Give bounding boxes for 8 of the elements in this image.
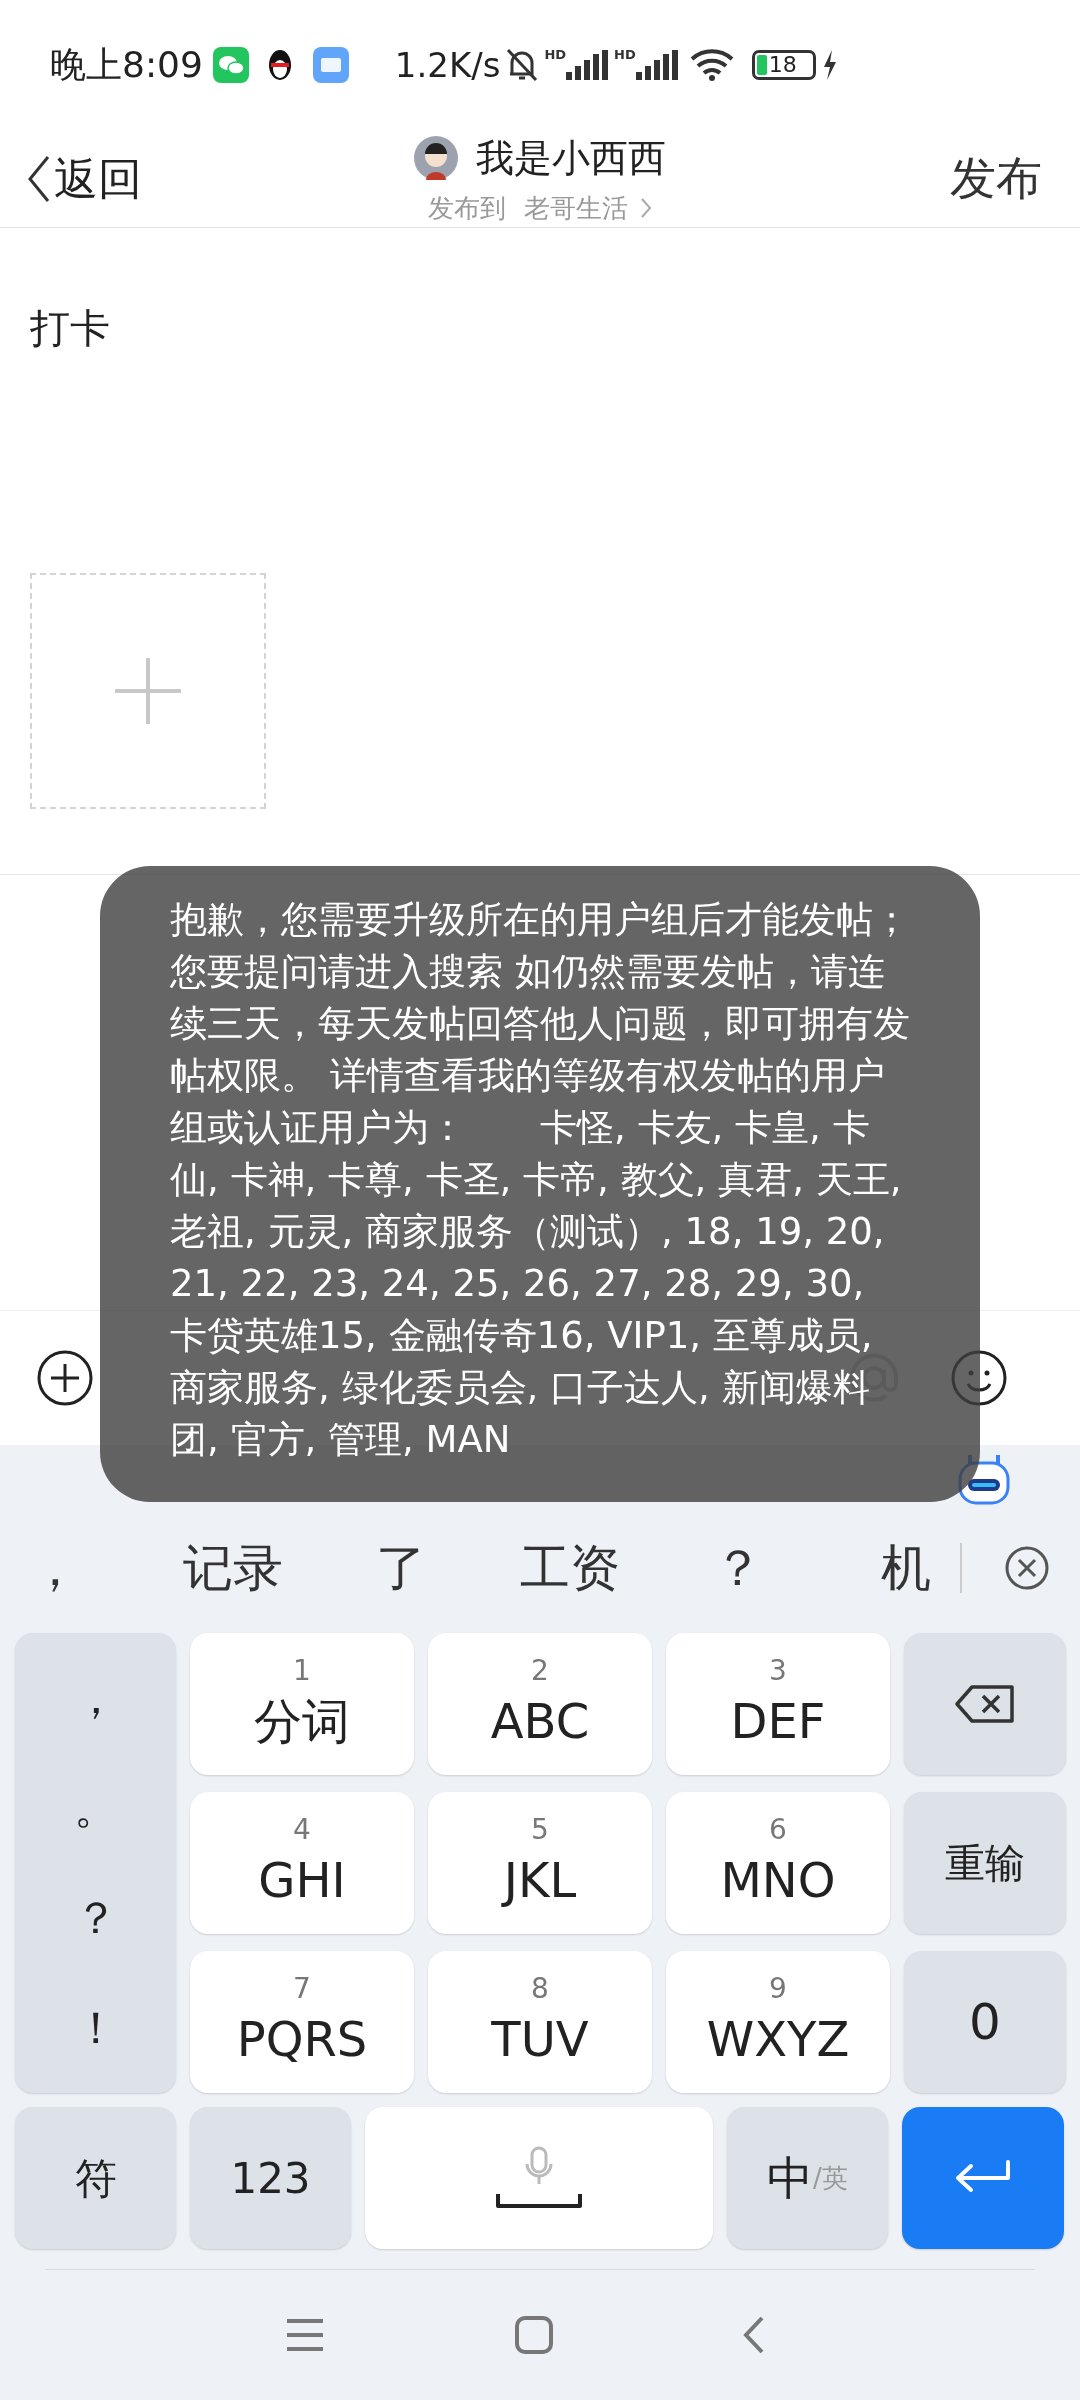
status-time: 晚上8:09: [50, 43, 203, 87]
hd-label: HD: [614, 48, 636, 61]
network-speed: 1.2K/s: [394, 43, 501, 87]
hd-label: HD: [544, 48, 567, 61]
error-toast: 抱歉，您需要升级所在的用户组后才能发帖；您要提问请进入搜索 如仍然需要发帖，请连续三天，每天发帖回答他人问题，即可拥有发帖权限。 详情查看我的等级有权发帖的用户组或认证用户为： 卡怪, 卡友, 卡皇, 卡仙, 卡神, 卡尊, 卡圣, 卡帝, 教父, 真君, 天王, 老祖, 元灵, 商家服务（测试）, 18, 19, 20, 21, 22, 23, 24, 25, 26, 27, 28, 29, 30, 卡贷英雄15, 金融传奇16, VIP1, 至尊成员, 商家服务, 绿化委员会, 口子达人, 新闻爆料团, 官方, 管理, MAN: [100, 866, 980, 1502]
author-name: 我是小西西: [476, 134, 666, 182]
battery-icon: 18: [751, 50, 816, 80]
post-text: 打卡: [30, 304, 111, 353]
